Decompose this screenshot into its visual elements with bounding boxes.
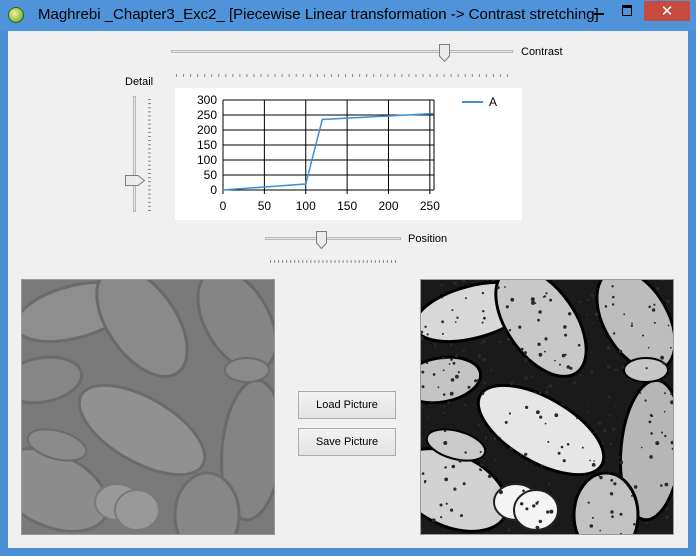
detail-slider-thumb[interactable] (125, 173, 146, 191)
contrast-label: Contrast (521, 46, 563, 58)
chart-legend-label: A (489, 95, 497, 109)
chart-y-tick-label: 250 (197, 108, 217, 122)
position-slider-ticks (270, 251, 396, 263)
chart-x-tick-label: 50 (258, 199, 272, 213)
contrast-slider-ticks (176, 65, 508, 77)
close-icon: ✕ (660, 2, 674, 20)
transformation-chart: 0 50 100 150 200 250 300 0 50 100 150 200 250 A (175, 88, 522, 220)
window-title: Maghrebi _Chapter3_Exc2_ [Piecewise Line… (38, 6, 599, 23)
original-picture-box (21, 279, 275, 535)
result-picture-box (420, 279, 674, 535)
contrast-slider[interactable] (171, 44, 513, 77)
chart-x-tick-label: 250 (420, 199, 440, 213)
position-label: Position (408, 233, 448, 245)
title-bar[interactable]: Maghrebi _Chapter3_Exc2_ [Piecewise Line… (0, 0, 696, 31)
chart-x-tick-label: 200 (378, 199, 398, 213)
chart-x-tick-label: 100 (296, 199, 316, 213)
app-window: Maghrebi _Chapter3_Exc2_ [Piecewise Line… (0, 0, 696, 556)
detail-slider[interactable] (125, 96, 155, 214)
chart-x-tick-label: 150 (337, 199, 357, 213)
chart-y-tick-label: 150 (197, 138, 217, 152)
original-image (22, 280, 274, 534)
app-icon (8, 7, 24, 23)
load-picture-button[interactable]: Load Picture (298, 391, 396, 419)
position-slider-track (265, 237, 401, 240)
detail-label: Detail (125, 76, 154, 88)
form-client-area: Contrast Detail 0 50 100 150 200 250 300 0 50 100… (8, 31, 688, 548)
save-picture-button[interactable]: Save Picture (298, 428, 396, 456)
chart-y-tick-label: 0 (210, 183, 217, 197)
detail-slider-ticks (148, 99, 152, 216)
close-button[interactable]: ✕ (644, 1, 690, 21)
result-image (421, 280, 673, 534)
minimize-button[interactable] (586, 1, 612, 21)
chart-y-tick-label: 100 (197, 153, 217, 167)
maximize-button[interactable] (614, 1, 640, 21)
contrast-slider-thumb[interactable] (439, 44, 450, 63)
position-slider-thumb[interactable] (316, 231, 327, 250)
detail-slider-track (133, 96, 136, 212)
chart-x-tick-label: 0 (220, 199, 227, 213)
chart-series-line-A (222, 112, 435, 191)
chart-y-tick-label: 300 (197, 93, 217, 107)
chart-y-tick-label: 50 (204, 168, 218, 182)
chart-svg: 0501001502002503000 50 100 150 200 250A (197, 93, 497, 213)
chart-y-tick-label: 200 (197, 123, 217, 137)
contrast-slider-track (171, 50, 513, 53)
position-slider[interactable] (265, 231, 401, 263)
